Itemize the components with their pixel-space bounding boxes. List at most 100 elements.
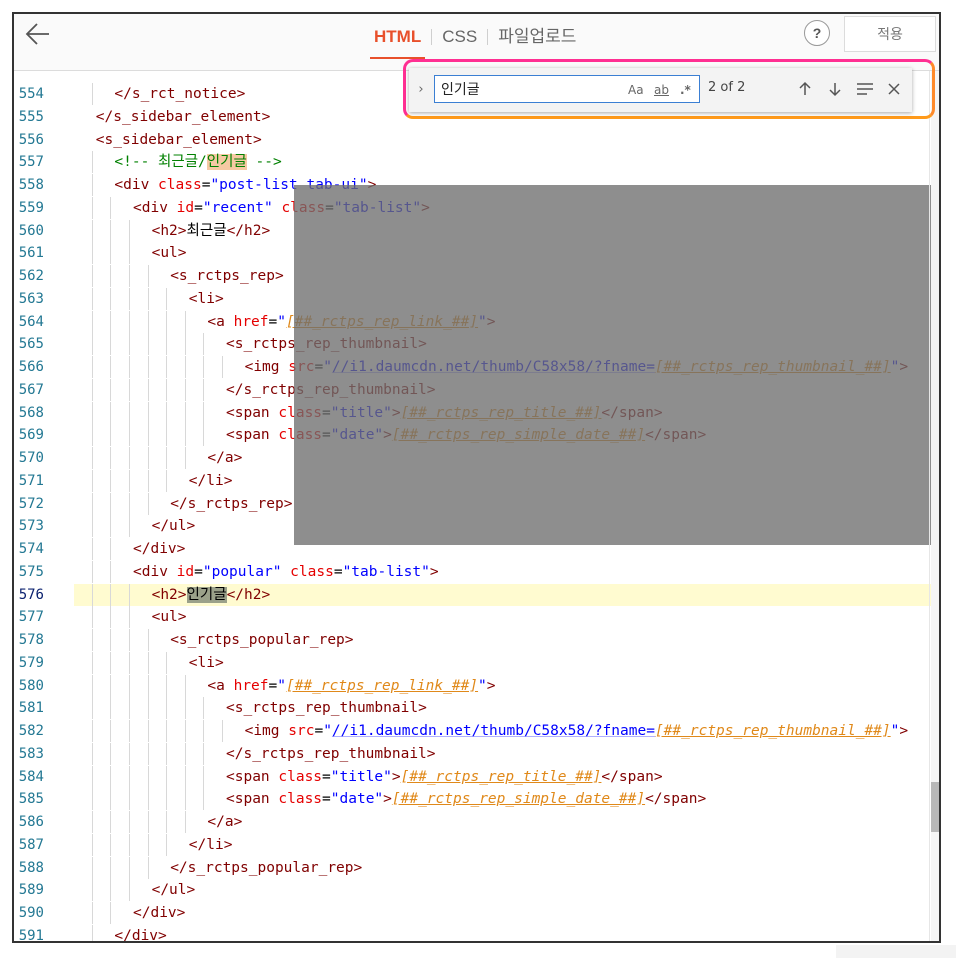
code-text: <s_sidebar_element>	[95, 131, 262, 148]
code-editor[interactable]: 554 555 556 557 558 559 560 561 562 563 564 565 566 5…	[14, 71, 939, 943]
help-button[interactable]: ?	[804, 20, 830, 46]
indent-guide	[129, 629, 130, 651]
code-line[interactable]: <li>	[74, 651, 939, 674]
indent-guide	[110, 219, 112, 242]
code-text: <span class="date">[##_rctps_rep_simple_…	[226, 791, 707, 808]
indent-guide	[184, 310, 186, 333]
code-line[interactable]: <h2>인기글</h2>	[74, 583, 939, 606]
indent-guide	[129, 720, 130, 742]
indent-guide	[166, 401, 168, 424]
code-line[interactable]: <div id="popular" class="tab-list">	[74, 560, 939, 583]
indent-guide	[91, 515, 93, 538]
editor-window: HTML CSS 파일업로드 ? 적용 554 555 556 557 558 559 56…	[12, 12, 941, 943]
indent-guide	[91, 879, 93, 902]
indent-guide	[91, 674, 93, 697]
code-line[interactable]: <s_rctps_popular_rep>	[74, 629, 939, 651]
indent-guide	[203, 333, 205, 356]
indent-guide	[91, 310, 93, 333]
line-number: 577	[18, 609, 44, 626]
code-text: <img src="//i1.daumcdn.net/thumb/C58x58/…	[244, 723, 909, 739]
indent-guide	[110, 196, 112, 219]
indent-guide	[91, 856, 93, 879]
indent-guide	[129, 242, 130, 265]
match-case-button[interactable]: Aa	[628, 81, 644, 99]
indent-guide	[91, 242, 93, 265]
indent-guide	[147, 492, 149, 515]
regex-button[interactable]: .*	[680, 81, 691, 99]
find-in-selection-button[interactable]	[854, 78, 876, 100]
apply-button[interactable]: 적용	[844, 16, 936, 52]
code-line[interactable]: </a>	[74, 811, 939, 833]
code-area[interactable]: </s_sidebar_element> </div> </div> </ul> </s…	[74, 71, 939, 943]
line-number: 585	[18, 791, 44, 808]
line-number: 573	[18, 518, 44, 535]
code-text: </a>	[207, 814, 243, 830]
indent-guide	[129, 492, 130, 515]
scrollbar-thumb[interactable]	[931, 782, 939, 832]
indent-guide	[147, 742, 149, 765]
indent-guide	[203, 356, 205, 378]
tab-css[interactable]: CSS	[432, 24, 487, 50]
code-line[interactable]: </s_rctps_rep_thumbnail>	[74, 742, 939, 765]
indent-guide	[129, 333, 130, 356]
previous-match-button[interactable]	[794, 78, 816, 100]
line-number: 564	[18, 313, 44, 330]
toggle-replace-button[interactable]: ›	[413, 80, 429, 100]
code-line[interactable]: <span class="title">[##_rctps_rep_title_…	[74, 765, 939, 788]
code-line[interactable]: <a href="[##_rctps_rep_link_##]">	[74, 674, 939, 697]
indent-guide	[129, 515, 130, 538]
code-line[interactable]: </div>	[74, 902, 939, 924]
code-line[interactable]: </ul>	[74, 879, 939, 902]
indent-guide	[110, 651, 112, 674]
line-number: 578	[18, 632, 44, 648]
code-line[interactable]: </li>	[74, 833, 939, 856]
indent-guide	[129, 606, 130, 629]
code-line[interactable]: <span class="date">[##_rctps_rep_simple_…	[74, 788, 939, 811]
whole-word-button[interactable]: ab	[654, 81, 669, 99]
code-line[interactable]: <img src="//i1.daumcdn.net/thumb/C58x58/…	[74, 720, 939, 742]
line-number: 576	[18, 586, 44, 603]
back-button[interactable]	[24, 20, 52, 48]
indent-guide	[184, 788, 186, 811]
indent-guide	[91, 697, 93, 720]
indent-guide	[91, 538, 93, 560]
indent-guide	[203, 765, 205, 788]
indent-guide	[147, 697, 149, 720]
indent-guide	[91, 629, 93, 651]
indent-guide	[129, 287, 130, 310]
code-text: </ul>	[151, 518, 196, 535]
indent-guide	[129, 378, 130, 401]
indent-guide	[110, 560, 112, 583]
indent-guide	[166, 356, 168, 378]
text-selection	[294, 185, 939, 545]
code-text: <h2>인기글</h2>	[151, 586, 271, 603]
indent-guide	[147, 469, 149, 492]
code-line[interactable]: <ul>	[74, 606, 939, 629]
indent-guide	[110, 287, 112, 310]
tab-html[interactable]: HTML	[364, 24, 431, 59]
indent-guide	[110, 879, 112, 902]
find-input-box[interactable]: Aa ab .*	[434, 75, 700, 103]
next-match-button[interactable]	[824, 78, 846, 100]
code-line[interactable]: <!-- 최근글/인기글 -->	[74, 151, 939, 174]
indent-guide	[110, 447, 112, 469]
code-text: </div>	[114, 927, 167, 943]
indent-guide	[110, 401, 112, 424]
line-number: 586	[18, 814, 44, 830]
indent-guide	[203, 424, 205, 447]
find-input[interactable]	[441, 79, 611, 99]
indent-guide	[129, 651, 130, 674]
indent-guide	[110, 902, 112, 924]
line-number: 561	[18, 245, 44, 262]
close-find-button[interactable]	[883, 78, 905, 100]
indent-guide	[110, 697, 112, 720]
indent-guide	[147, 720, 149, 742]
code-line[interactable]: </s_rctps_popular_rep>	[74, 856, 939, 879]
code-line[interactable]: <s_rctps_rep_thumbnail>	[74, 697, 939, 720]
code-line[interactable]: </div>	[74, 924, 939, 943]
indent-guide	[91, 469, 93, 492]
code-line[interactable]: <s_sidebar_element>	[74, 129, 939, 151]
indent-guide	[184, 720, 186, 742]
tab-file-upload[interactable]: 파일업로드	[488, 24, 586, 50]
indent-guide	[91, 196, 93, 219]
